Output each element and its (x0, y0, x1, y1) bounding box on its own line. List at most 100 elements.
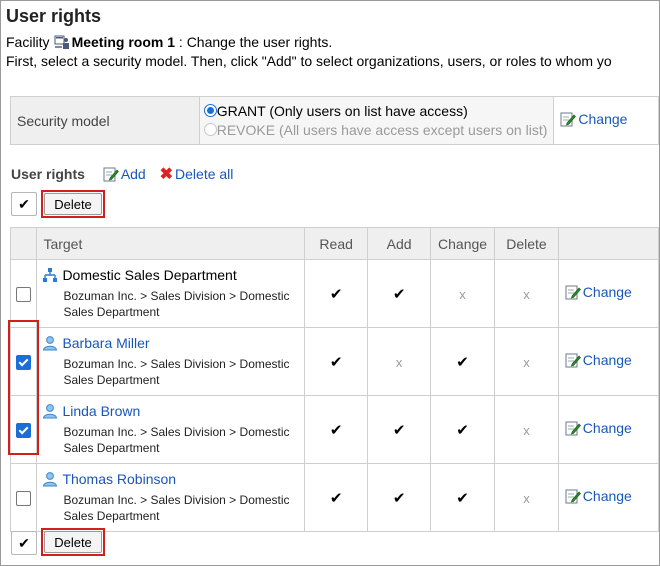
perm-delete-mark: x (523, 286, 530, 302)
perm-delete-mark: x (523, 490, 530, 506)
edit-icon (565, 420, 581, 439)
edit-icon (565, 352, 581, 371)
selected-rows-highlight (8, 320, 39, 455)
header-add: Add (367, 227, 431, 260)
header-read: Read (304, 227, 369, 260)
security-model-table: Security model GRANT (Only users on list… (10, 96, 659, 145)
row-target: Barbara Miller Bozuman Inc. > Sales Divis… (36, 327, 306, 396)
perm-read-mark: ✔ (329, 285, 343, 303)
perm-delete: x (494, 395, 559, 464)
target-path: Bozuman Inc. > Sales Division > Domestic… (63, 425, 290, 455)
delete-all-link[interactable]: Delete all (175, 166, 233, 182)
target-name[interactable]: Thomas Robinson (62, 471, 176, 487)
perm-add: ✔ (367, 395, 431, 464)
perm-read: ✔ (304, 463, 369, 532)
security-model-options: GRANT (Only users on list have access) R… (198, 96, 555, 145)
target-path: Bozuman Inc. > Sales Division > Domestic… (63, 289, 290, 319)
row-checkbox[interactable] (16, 286, 32, 302)
facility-label: Facility (6, 34, 50, 50)
header-action (557, 227, 659, 260)
user-icon (42, 471, 58, 487)
revoke-radio (203, 122, 217, 136)
perm-add-mark: ✔ (392, 489, 406, 507)
grant-label: GRANT (Only users on list have access) (216, 102, 468, 119)
user-icon (42, 403, 58, 419)
security-model-label: Security model (10, 96, 200, 145)
grant-option[interactable]: GRANT (Only users on list have access) (203, 102, 548, 121)
perm-read: ✔ (304, 327, 369, 396)
row-change-cell: Change (557, 395, 659, 464)
target-name[interactable]: Barbara Miller (62, 335, 149, 351)
table-row: Linda Brown Bozuman Inc. > Sales Division… (9, 395, 659, 464)
revoke-label: REVOKE (All users have access except use… (216, 121, 548, 138)
row-change-link[interactable]: Change (583, 284, 632, 300)
target-path: Bozuman Inc. > Sales Division > Domestic… (63, 357, 290, 387)
row-checkbox-cell (9, 463, 38, 532)
header-change: Change (429, 227, 496, 260)
user-icon (42, 335, 58, 351)
header-delete: Delete (494, 227, 559, 260)
grant-radio[interactable] (203, 103, 217, 117)
perm-delete: x (494, 463, 559, 532)
target-name[interactable]: Linda Brown (62, 403, 140, 419)
facility-line: Facility Meeting room 1 : Change the user… (6, 34, 332, 53)
perm-delete-mark: x (523, 354, 530, 370)
delete-button-top[interactable]: Delete (44, 193, 102, 215)
security-change-cell: Change (553, 96, 659, 145)
perm-add-mark: ✔ (392, 285, 406, 303)
meeting-room-icon (54, 34, 70, 53)
add-link[interactable]: Add (121, 166, 146, 182)
perm-add: ✔ (367, 259, 431, 328)
target-name: Domestic Sales Department (62, 267, 237, 283)
table-row: Thomas Robinson Bozuman Inc. > Sales Divi… (9, 463, 659, 532)
perm-change-mark: x (459, 286, 466, 302)
row-change-cell: Change (557, 259, 659, 328)
perm-delete: x (494, 327, 559, 396)
edit-icon (560, 111, 577, 130)
target-path: Bozuman Inc. > Sales Division > Domestic… (63, 493, 290, 523)
row-checkbox-cell (9, 259, 38, 328)
header-checkbox-col (9, 227, 38, 260)
facility-name: Meeting room 1 (71, 34, 176, 50)
delete-button-bottom[interactable]: Delete (44, 531, 102, 553)
perm-delete: x (494, 259, 559, 328)
row-change-cell: Change (557, 463, 659, 532)
organization-icon (42, 267, 58, 283)
perm-change-mark: ✔ (456, 353, 469, 371)
delete-highlight-top: Delete (41, 190, 105, 218)
row-target: Domestic Sales Department Bozuman Inc. > … (36, 259, 306, 328)
perm-add-mark: ✔ (392, 421, 406, 439)
security-change-link[interactable]: Change (578, 111, 627, 127)
row-change-link[interactable]: Change (583, 352, 632, 368)
edit-icon (565, 284, 581, 303)
user-rights-table: Target Read Add Change Delete Domestic S… (9, 227, 659, 532)
perm-change-mark: ✔ (456, 489, 469, 507)
check-all-button-top[interactable]: ✔ (11, 192, 37, 216)
perm-delete-mark: x (523, 422, 530, 438)
perm-change: ✔ (429, 463, 496, 532)
perm-change: x (429, 259, 496, 328)
row-change-link[interactable]: Change (583, 420, 632, 436)
delete-all-icon: ✖ (159, 166, 174, 183)
check-all-button-bottom[interactable]: ✔ (11, 531, 37, 555)
facility-suffix: : Change the user rights. (178, 34, 333, 50)
row-change-link[interactable]: Change (583, 488, 632, 504)
page-title: User rights (6, 6, 102, 26)
table-header-row: Target Read Add Change Delete (9, 227, 659, 260)
row-change-cell: Change (557, 327, 659, 396)
add-icon (103, 166, 119, 185)
perm-add: x (367, 327, 431, 396)
perm-read-mark: ✔ (329, 421, 343, 439)
rights-subheader: User rights Add ✖ Delete all (11, 164, 233, 185)
delete-highlight-bottom: Delete (41, 528, 105, 556)
instruction-text: First, select a security model. Then, cl… (6, 53, 612, 69)
table-row: Barbara Miller Bozuman Inc. > Sales Divis… (9, 327, 659, 396)
perm-change: ✔ (429, 395, 496, 464)
perm-change: ✔ (429, 327, 496, 396)
table-row: Domestic Sales Department Bozuman Inc. > … (9, 259, 659, 328)
row-checkbox[interactable] (16, 490, 32, 506)
header-target: Target (36, 227, 306, 260)
perm-read-mark: ✔ (329, 353, 343, 371)
rights-title: User rights (11, 166, 85, 182)
perm-read: ✔ (304, 395, 369, 464)
